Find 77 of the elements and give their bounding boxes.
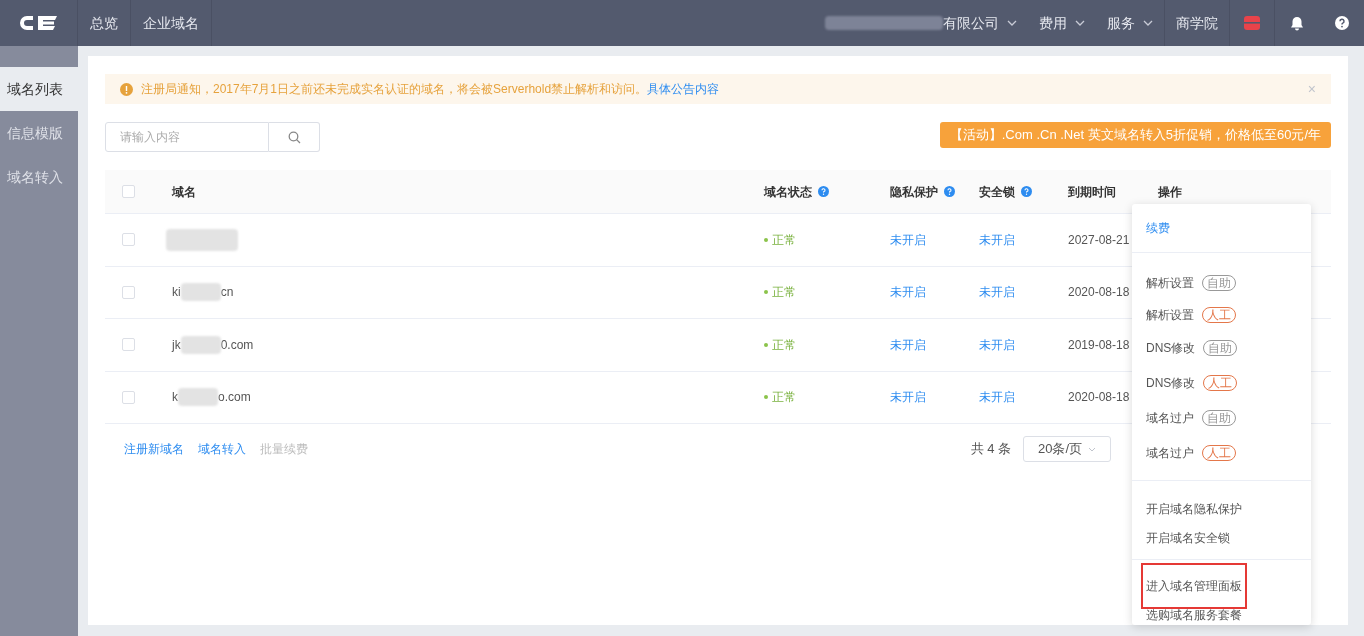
column-header: 到期时间 (1068, 183, 1116, 201)
chevron-down-icon (1143, 20, 1153, 26)
search-button[interactable] (269, 122, 320, 152)
nav-link[interactable]: 总览 (78, 0, 131, 46)
column-header: 域名 (172, 183, 196, 201)
domain-text: 0.com (220, 336, 254, 354)
total-count: 共 4 条 (970, 440, 1011, 459)
menu-item[interactable]: 开启域名安全锁 (1146, 528, 1230, 547)
help-icon[interactable] (1334, 16, 1349, 30)
column-header: 隐私保护 (890, 183, 938, 201)
search-icon (287, 130, 301, 144)
expiry-date: 2027-08-21 (1068, 232, 1130, 247)
blurred-text (180, 283, 221, 302)
status-dot-icon (764, 290, 768, 295)
nav-menu[interactable]: 商学院 (1164, 0, 1229, 46)
domain-text: o.com (218, 389, 251, 407)
status-text: 正常 (772, 389, 796, 407)
domain-text: k (172, 389, 178, 407)
status-text: 正常 (772, 336, 796, 354)
chevron-down-icon (1007, 20, 1017, 26)
blurred-text (166, 228, 238, 251)
expiry-date: 2019-08-18 (1068, 337, 1130, 352)
status-text: 正常 (772, 231, 796, 249)
privacy-link[interactable]: 未开启 (890, 285, 926, 300)
expiry-date: 2020-08-18 (1068, 285, 1130, 300)
footer-link[interactable]: 注册新域名 (124, 440, 184, 458)
lock-link[interactable]: 未开启 (979, 232, 1015, 247)
nav-menu[interactable]: 服务 (1096, 0, 1164, 46)
checkbox[interactable] (122, 233, 135, 247)
menu-item[interactable]: 解析设置 (1146, 306, 1194, 324)
checkbox[interactable] (122, 185, 135, 198)
menu-item[interactable]: 开启域名隐私保护 (1146, 499, 1242, 518)
notice-link[interactable]: 具体公告内容 (647, 80, 720, 98)
menu-item[interactable]: 选购域名服务套餐 (1146, 605, 1242, 624)
menu-item[interactable]: DNS修改 (1146, 373, 1196, 392)
menu-item[interactable]: 解析设置 (1146, 273, 1194, 292)
menu-item[interactable]: 进入域名管理面板 (1143, 564, 1245, 607)
chevron-down-icon (1088, 446, 1096, 452)
notice-text: 注册局通知，2017年7月1日之前还未完成实名认证的域名，将会被Serverhold禁止解析和访问。 (141, 81, 648, 98)
menu-item[interactable]: 域名过户 (1146, 408, 1194, 427)
column-header: 操作 (1158, 183, 1182, 201)
footer-link[interactable]: 域名转入 (198, 440, 246, 458)
blurred-text (178, 388, 218, 407)
privacy-link[interactable]: 未开启 (890, 390, 926, 405)
privacy-link[interactable]: 未开启 (890, 337, 926, 352)
lock-link[interactable]: 未开启 (979, 337, 1015, 352)
bell-icon[interactable] (1290, 15, 1304, 31)
search-field[interactable]: 请输入内容 (105, 122, 269, 152)
page-size-select[interactable]: 20条/页 (1023, 436, 1111, 462)
column-header: 域名状态 (764, 183, 812, 201)
privacy-link[interactable]: 未开启 (890, 232, 926, 247)
domain-text: ki (172, 284, 181, 302)
status-dot-icon (764, 395, 768, 400)
checkbox[interactable] (122, 285, 135, 299)
chevron-down-icon (1075, 20, 1085, 26)
status-dot-icon (764, 237, 768, 242)
logo-icon[interactable] (18, 14, 59, 32)
blurred-text (180, 335, 221, 354)
column-header: 安全锁 (979, 183, 1015, 201)
sidebar-item[interactable]: 域名列表 (0, 67, 78, 111)
status-dot-icon (764, 342, 768, 347)
menu-item[interactable]: 续费 (1146, 218, 1170, 237)
checkbox[interactable] (122, 338, 135, 352)
domain-text: cn (220, 284, 234, 302)
nav-menu[interactable]: 费用 (1028, 0, 1096, 46)
nav-link[interactable]: 企业域名 (131, 0, 212, 46)
warning-icon (120, 82, 133, 96)
status-text: 正常 (772, 284, 796, 302)
domain-text: jk (172, 336, 181, 354)
lock-link[interactable]: 未开启 (979, 285, 1015, 300)
store-icon[interactable] (1243, 15, 1261, 31)
expiry-date: 2020-08-18 (1068, 390, 1130, 405)
menu-item[interactable]: 域名过户 (1146, 443, 1194, 462)
nav-menu[interactable]: 有限公司 (814, 0, 1028, 46)
lock-link[interactable]: 未开启 (979, 390, 1015, 405)
checkbox[interactable] (122, 390, 135, 404)
menu-item[interactable]: DNS修改 (1146, 338, 1196, 357)
